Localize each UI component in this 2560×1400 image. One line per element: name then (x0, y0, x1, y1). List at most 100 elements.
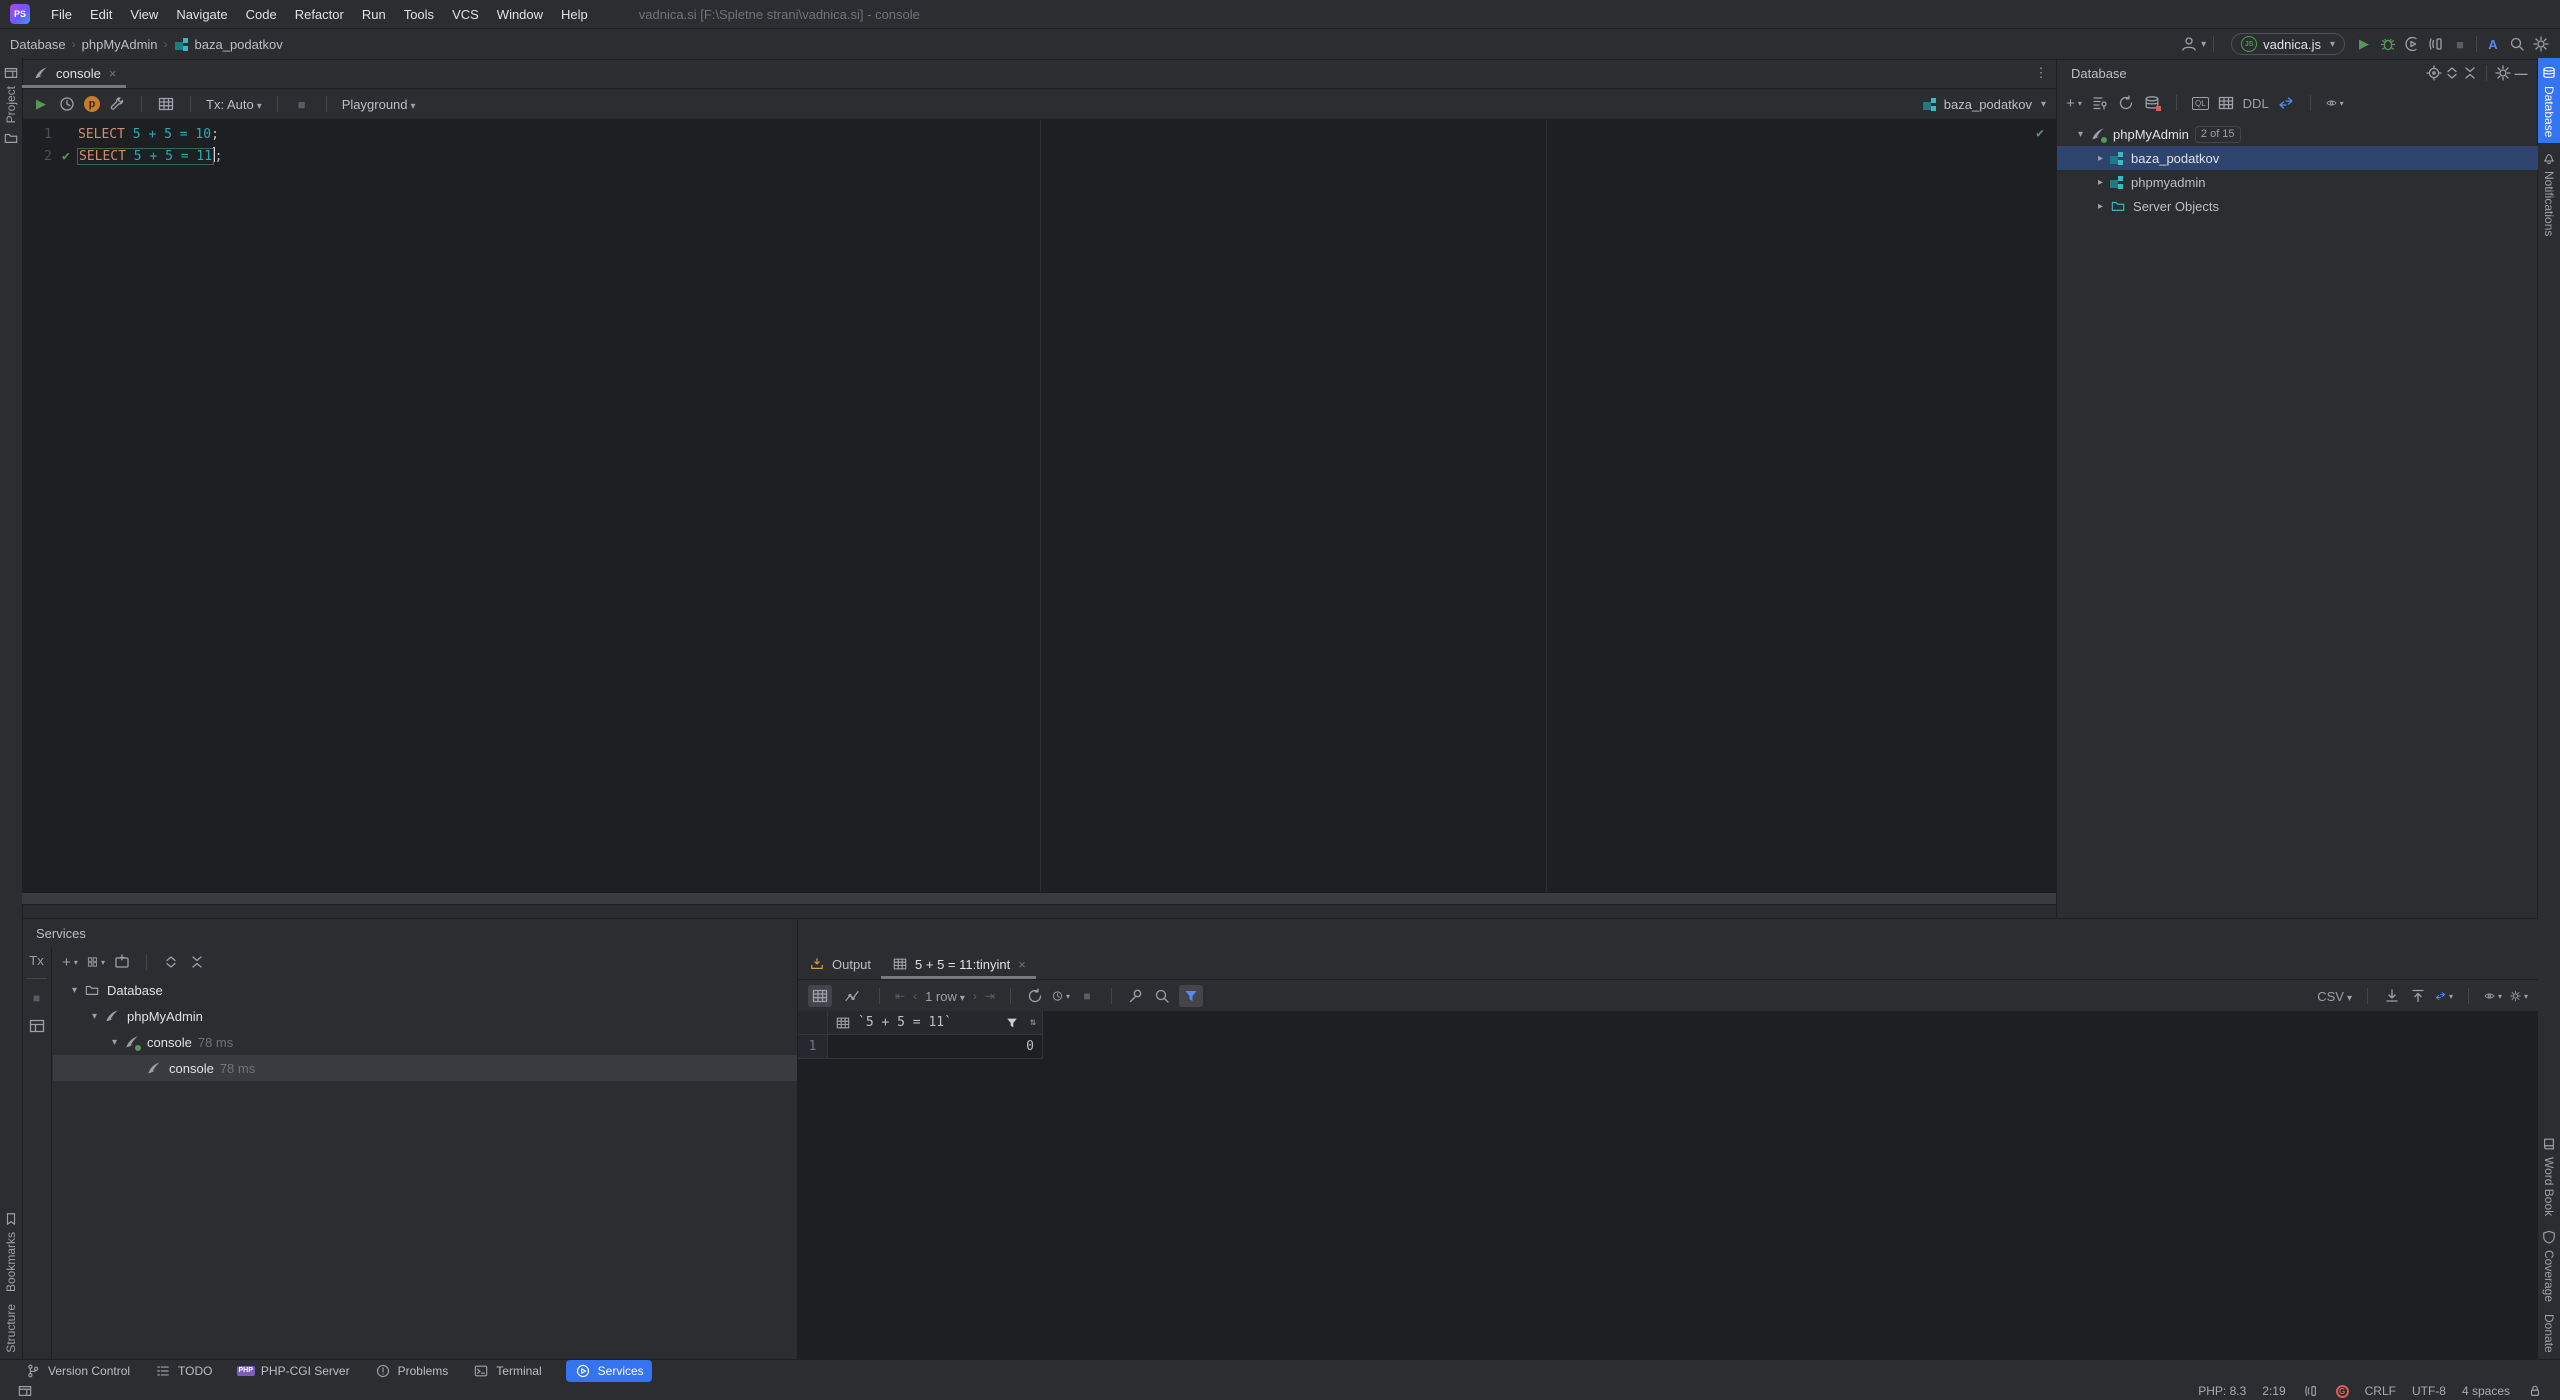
playground-select[interactable]: Playground▾ (342, 97, 416, 112)
inspections-ok-icon[interactable]: ✔ (2036, 126, 2044, 141)
add-datasource-icon[interactable]: +▾ (2065, 94, 2083, 112)
table-view-toggle[interactable] (808, 985, 832, 1007)
menu-help[interactable]: Help (552, 4, 597, 25)
toolwindow-tab-structure[interactable]: Structure (4, 1298, 18, 1359)
close-tab-icon[interactable]: × (1018, 957, 1026, 972)
menu-view[interactable]: View (121, 4, 167, 25)
app-logo[interactable]: PS (10, 4, 30, 24)
tab-result[interactable]: 5 + 5 = 11:tinyint × (881, 949, 1036, 979)
tree-item-datasource[interactable]: ▾ phpMyAdmin (53, 1003, 797, 1029)
add-service-icon[interactable]: +▾ (61, 953, 79, 971)
breadcrumb-schema[interactable]: baza_podatkov (195, 37, 283, 52)
toolwindow-tab-database[interactable]: Database (2538, 58, 2560, 143)
toolwindow-tab-services[interactable]: Services (566, 1360, 652, 1382)
execute-button[interactable]: ▶ (32, 95, 50, 113)
expand-all-icon[interactable] (2443, 64, 2461, 82)
menu-file[interactable]: File (42, 4, 81, 25)
breadcrumb-database[interactable]: Database (10, 37, 66, 52)
disconnect-icon[interactable] (2143, 94, 2161, 112)
view-options-eye-icon[interactable]: ▾ (2326, 94, 2344, 112)
tree-item-server-objects[interactable]: ▸ Server Objects (2057, 194, 2538, 218)
datasource-properties-icon[interactable] (2091, 94, 2109, 112)
grammar-g-icon[interactable]: G (2336, 1385, 2349, 1398)
tree-item-schema[interactable]: ▸ phpmyadmin (2057, 170, 2538, 194)
chevron-down-icon[interactable]: ▾ (92, 1011, 97, 1022)
toolwindow-tab-terminal[interactable]: Terminal (472, 1362, 541, 1380)
tree-item-schema-selected[interactable]: ▸ baza_podatkov (2057, 146, 2538, 170)
profiler-status-icon[interactable] (2302, 1382, 2320, 1400)
toolwindow-tab-project[interactable]: Project (2, 58, 20, 129)
page-size-select[interactable]: 1 row▾ (925, 989, 965, 1004)
toolwindow-tab-todo[interactable]: TODO (154, 1362, 212, 1380)
chevron-right-icon[interactable]: ▸ (2098, 153, 2103, 164)
sort-icon[interactable]: ⇅ (1030, 1017, 1036, 1028)
hide-panel-icon[interactable]: — (2512, 64, 2530, 82)
filter-toggle[interactable] (1179, 985, 1203, 1007)
export-data-icon[interactable] (2383, 987, 2401, 1005)
refresh-icon[interactable] (2117, 94, 2135, 112)
tree-item-datasource[interactable]: ▾ phpMyAdmin 2 of 15 (2057, 122, 2538, 146)
jump-to-console-icon[interactable] (2277, 94, 2295, 112)
import-data-icon[interactable] (2409, 987, 2427, 1005)
locate-icon[interactable] (2425, 64, 2443, 82)
open-in-new-tab-icon[interactable] (113, 953, 131, 971)
user-account-icon[interactable] (2180, 35, 2198, 53)
toolwindow-tab-coverage[interactable]: Coverage (2540, 1222, 2558, 1308)
expand-all-icon[interactable] (162, 953, 180, 971)
chevron-right-icon[interactable]: ▸ (2098, 201, 2103, 212)
chevron-right-icon[interactable]: ▸ (2098, 177, 2103, 188)
menu-run[interactable]: Run (353, 4, 395, 25)
chevron-down-icon[interactable]: ▾ (112, 1037, 117, 1048)
run-button[interactable]: ▶ (2355, 35, 2373, 53)
debug-button[interactable] (2379, 35, 2397, 53)
history-clock-icon[interactable] (58, 95, 76, 113)
toolwindow-tab-donate[interactable]: Donate (2542, 1308, 2556, 1359)
menu-vcs[interactable]: VCS (443, 4, 488, 25)
group-by-icon[interactable]: ▾ (87, 953, 105, 971)
translate-icon[interactable]: A (2484, 35, 2502, 53)
php-driver-icon[interactable]: p (84, 96, 100, 112)
editor-tab-console[interactable]: console × (22, 58, 126, 88)
menu-code[interactable]: Code (237, 4, 286, 25)
indent-widget[interactable]: 4 spaces (2462, 1384, 2510, 1398)
tab-output[interactable]: Output (798, 949, 881, 979)
reload-page-icon[interactable] (1026, 987, 1044, 1005)
folder-icon[interactable] (2, 129, 20, 147)
sql-editor[interactable]: 1 2 ✔ SELECT 5 + 5 = 10; SELECT 5 + 5 = … (22, 120, 2056, 892)
line-separator-widget[interactable]: CRLF (2365, 1384, 2396, 1398)
toolwindow-tab-word-book[interactable]: Word Book (2540, 1129, 2558, 1222)
toolwindow-tab-problems[interactable]: Problems (374, 1362, 449, 1380)
menu-refactor[interactable]: Refactor (286, 4, 353, 25)
breadcrumb-datasource[interactable]: phpMyAdmin (82, 37, 158, 52)
view-options-eye-icon[interactable]: ▾ (2484, 987, 2502, 1005)
encoding-widget[interactable]: UTF-8 (2412, 1384, 2446, 1398)
wrench-icon[interactable] (108, 95, 126, 113)
tree-item-console-session[interactable]: ▾ console 78 ms (53, 1029, 797, 1055)
tree-item-database-group[interactable]: ▾ Database (53, 977, 797, 1003)
run-with-coverage-button[interactable] (2403, 35, 2421, 53)
panel-settings-gear-icon[interactable] (2494, 64, 2512, 82)
layout-options-icon[interactable] (28, 1017, 46, 1035)
run-with-profiler-button[interactable] (2427, 35, 2445, 53)
toolwindow-layout-icon[interactable] (16, 1382, 34, 1400)
pin-tab-icon[interactable] (1127, 987, 1145, 1005)
filter-type-icon[interactable]: Tx (29, 953, 43, 968)
menu-navigate[interactable]: Navigate (167, 4, 236, 25)
collapse-all-icon[interactable] (2461, 64, 2479, 82)
chart-view-toggle[interactable] (840, 985, 864, 1007)
grid-cell-value[interactable]: 0 (828, 1035, 1043, 1059)
horizontal-splitter[interactable] (22, 892, 2056, 905)
column-filter-funnel-icon[interactable] (1003, 1014, 1021, 1032)
tree-item-console-result-selected[interactable]: console 78 ms (53, 1055, 797, 1081)
chevron-down-icon[interactable]: ▾ (2078, 129, 2083, 140)
lock-icon[interactable] (2526, 1382, 2544, 1400)
toolwindow-tab-bookmarks[interactable]: Bookmarks (2, 1204, 20, 1298)
collapse-all-icon[interactable] (188, 953, 206, 971)
schema-select[interactable]: baza_podatkov ▾ (1922, 96, 2046, 112)
toolwindow-tab-notifications[interactable]: Notifications (2540, 143, 2558, 242)
close-tab-icon[interactable]: × (109, 66, 117, 81)
find-icon[interactable] (1153, 987, 1171, 1005)
settings-gear-icon[interactable] (2532, 35, 2550, 53)
toolwindow-tab-php-cgi-server[interactable]: PHP PHP-CGI Server (237, 1364, 350, 1378)
new-query-console-icon[interactable]: QL (2192, 97, 2209, 110)
